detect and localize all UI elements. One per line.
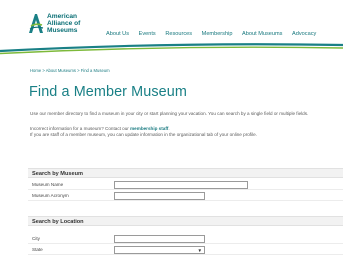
state-row: State ▼ — [28, 244, 343, 255]
staff-note: Incorrect information for a museum? Cont… — [30, 126, 330, 137]
city-label: City — [32, 236, 40, 241]
museum-acronym-label: Museum Acronym — [32, 193, 69, 198]
aam-logo[interactable]: American Alliance of Museums — [28, 10, 98, 40]
city-row: City — [28, 233, 343, 244]
aam-logo-icon — [29, 14, 44, 33]
page-title: Find a Member Museum — [29, 84, 187, 100]
museum-name-row: Museum Name — [28, 179, 343, 190]
nav-events[interactable]: Events — [139, 31, 156, 37]
museum-acronym-input[interactable] — [114, 191, 205, 200]
state-select[interactable]: ▼ — [114, 245, 205, 254]
search-by-location-heading: Search by Location — [32, 218, 84, 225]
search-by-museum-header: Search by Museum — [28, 168, 343, 178]
main-nav: About Us Events Resources Membership Abo… — [106, 31, 316, 37]
museum-name-label: Museum Name — [32, 182, 64, 187]
note-prefix: Incorrect information for a museum? Cont… — [30, 126, 131, 131]
logo-line-2: Alliance of — [47, 20, 81, 28]
nav-resources[interactable]: Resources — [165, 31, 192, 37]
state-label: State — [32, 247, 43, 252]
note-line-2: If you are staff of a member museum, you… — [30, 131, 257, 137]
logo-line-1: American — [47, 13, 78, 20]
nav-advocacy[interactable]: Advocacy — [292, 31, 316, 37]
membership-staff-link[interactable]: membership staff — [130, 126, 168, 131]
nav-about-museums[interactable]: About Museums — [242, 31, 282, 37]
logo-wordmark: American Alliance of Museums — [47, 13, 80, 35]
note-suffix: . — [168, 126, 170, 131]
header-swoosh — [0, 43, 343, 55]
logo-line-3: Museums — [47, 27, 78, 35]
nav-about-us[interactable]: About Us — [106, 31, 129, 37]
nav-membership[interactable]: Membership — [202, 31, 233, 37]
museum-name-input[interactable] — [114, 180, 248, 189]
chevron-down-icon: ▼ — [197, 247, 202, 253]
museum-acronym-row: Museum Acronym — [28, 190, 343, 201]
breadcrumb[interactable]: Home > About Museums > Find a Museum — [30, 68, 110, 73]
search-by-museum-heading: Search by Museum — [32, 170, 83, 177]
site-header: American Alliance of Museums About Us Ev… — [0, 0, 343, 56]
search-by-location-header: Search by Location — [28, 216, 343, 226]
city-input[interactable] — [114, 234, 205, 243]
intro-text: Use our member directory to find a museu… — [30, 111, 309, 116]
